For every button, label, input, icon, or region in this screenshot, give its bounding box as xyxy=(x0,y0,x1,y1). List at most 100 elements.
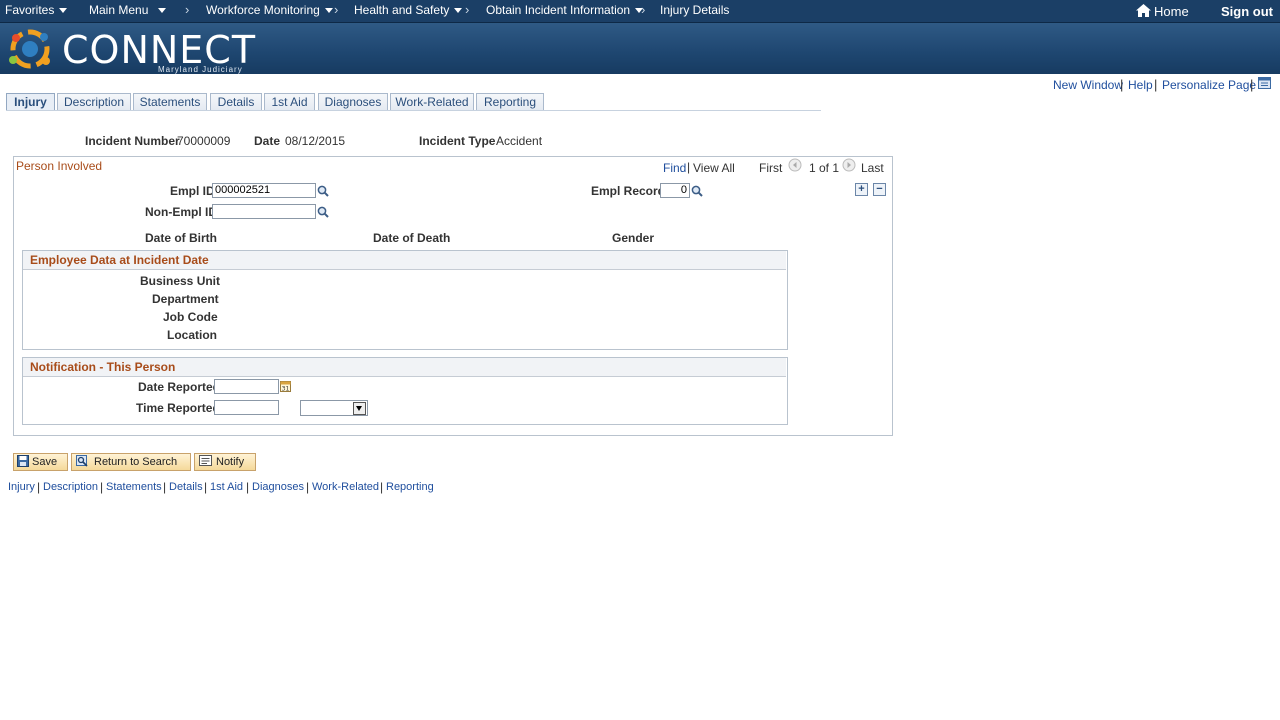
footer-link-injury[interactable]: Injury xyxy=(8,481,35,493)
view-all-link[interactable]: View All xyxy=(693,161,735,175)
dropdown-arrow-icon xyxy=(353,402,366,415)
date-of-birth-label: Date of Birth xyxy=(145,231,217,245)
gender-label: Gender xyxy=(612,231,655,245)
tab-1st-aid[interactable]: 1st Aid xyxy=(264,93,315,111)
row-count: 1 of 1 xyxy=(809,161,840,175)
tab-diagnoses[interactable]: Diagnoses xyxy=(318,93,388,111)
scroll-separator: | xyxy=(687,160,691,174)
tab-description[interactable]: Description xyxy=(57,93,131,111)
home-icon xyxy=(1136,4,1151,17)
nav-main-menu-label: Main Menu xyxy=(89,3,149,17)
non-empl-id-label: Non-Empl ID xyxy=(145,205,217,219)
footer-link-statements[interactable]: Statements xyxy=(106,481,162,493)
return-button-label: Return to Search xyxy=(94,456,178,468)
next-arrow-icon[interactable] xyxy=(842,158,856,172)
nav-health-safety[interactable]: Health and Safety xyxy=(354,3,463,17)
notify-icon xyxy=(199,455,212,466)
location-label: Location xyxy=(167,328,217,342)
footer-link-1st-aid[interactable]: 1st Aid xyxy=(210,481,243,493)
footer-separator: | xyxy=(100,480,104,494)
util-separator: | xyxy=(1154,77,1158,92)
return-search-icon xyxy=(76,455,88,467)
chevron-down-icon xyxy=(158,8,167,14)
footer-link-reporting[interactable]: Reporting xyxy=(386,481,434,493)
nav-workforce-monitoring[interactable]: Workforce Monitoring xyxy=(206,3,333,17)
tab-details[interactable]: Details xyxy=(210,93,262,111)
sign-out-link[interactable]: Sign out xyxy=(1221,4,1273,19)
nav-obtain-incident[interactable]: Obtain Incident Information xyxy=(486,3,644,17)
nav-main-menu[interactable]: Main Menu xyxy=(89,3,167,17)
previous-arrow-icon[interactable] xyxy=(788,158,802,172)
footer-link-details[interactable]: Details xyxy=(169,481,203,493)
breadcrumb-separator: › xyxy=(641,2,646,17)
svg-text:31: 31 xyxy=(282,386,290,393)
page-settings-icon[interactable] xyxy=(1258,77,1271,89)
empl-record-input[interactable] xyxy=(660,183,690,198)
first-label: First xyxy=(759,161,783,175)
tab-divider xyxy=(6,110,821,111)
tab-statements[interactable]: Statements xyxy=(133,93,207,111)
notify-button[interactable]: Notify xyxy=(194,453,256,471)
nav-injury-details[interactable]: Injury Details xyxy=(660,3,729,17)
brand-subtitle: Maryland Judiciary xyxy=(158,65,243,74)
search-icon[interactable] xyxy=(691,185,703,197)
home-label: Home xyxy=(1154,4,1189,19)
date-of-death-label: Date of Death xyxy=(373,231,451,245)
footer-link-description[interactable]: Description xyxy=(43,481,98,493)
empl-id-label: Empl ID xyxy=(170,184,215,198)
date-value: 08/12/2015 xyxy=(285,134,346,148)
personalize-page-link[interactable]: Personalize Page xyxy=(1162,78,1256,92)
add-row-icon[interactable]: + xyxy=(855,183,868,196)
date-reported-label: Date Reported xyxy=(138,380,221,394)
tab-injury[interactable]: Injury xyxy=(6,93,55,111)
chevron-down-icon xyxy=(454,8,463,14)
business-unit-label: Business Unit xyxy=(140,274,221,288)
nav-obtain-label: Obtain Incident Information xyxy=(486,3,631,17)
last-label: Last xyxy=(861,161,884,175)
date-label: Date xyxy=(254,134,281,148)
footer-separator: | xyxy=(204,480,208,494)
return-to-search-button[interactable]: Return to Search xyxy=(71,453,191,471)
time-reported-input[interactable] xyxy=(214,400,279,415)
incident-type-value: Accident xyxy=(496,134,543,148)
employee-data-title: Employee Data at Incident Date xyxy=(23,251,786,270)
save-button[interactable]: Save xyxy=(13,453,68,471)
nav-workforce-label: Workforce Monitoring xyxy=(206,3,320,17)
department-label: Department xyxy=(152,292,219,306)
empl-id-input[interactable] xyxy=(212,183,316,198)
connect-logo-icon xyxy=(9,29,50,69)
notify-button-label: Notify xyxy=(216,456,245,468)
tab-reporting[interactable]: Reporting xyxy=(476,93,544,111)
new-window-link[interactable]: New Window xyxy=(1053,78,1123,92)
delete-row-icon[interactable]: − xyxy=(873,183,886,196)
search-icon[interactable] xyxy=(317,206,329,218)
date-reported-input[interactable] xyxy=(214,379,279,394)
help-link[interactable]: Help xyxy=(1128,78,1153,92)
incident-number-label: Incident Number xyxy=(85,134,180,148)
ampm-select[interactable] xyxy=(300,400,368,416)
nav-health-label: Health and Safety xyxy=(354,3,450,17)
util-separator: | xyxy=(1120,77,1124,92)
footer-separator: | xyxy=(246,480,250,494)
save-button-label: Save xyxy=(32,456,58,468)
footer-separator: | xyxy=(163,480,167,494)
nav-favorites[interactable]: Favorites xyxy=(5,3,68,17)
search-icon[interactable] xyxy=(317,185,329,197)
find-link: Find xyxy=(663,161,686,175)
incident-number-value: 70000009 xyxy=(177,134,231,148)
tab-work-related[interactable]: Work-Related xyxy=(390,93,474,111)
time-reported-label: Time Reported xyxy=(136,401,220,415)
footer-separator: | xyxy=(306,480,310,494)
footer-separator: | xyxy=(380,480,384,494)
job-code-label: Job Code xyxy=(163,310,218,324)
calendar-icon[interactable]: 31 xyxy=(280,380,291,392)
footer-link-work-related[interactable]: Work-Related xyxy=(312,481,379,493)
nav-favorites-label: Favorites xyxy=(5,3,55,17)
non-empl-id-input[interactable] xyxy=(212,204,316,219)
breadcrumb-separator: › xyxy=(185,2,190,17)
find-link-label[interactable]: Find xyxy=(663,161,686,175)
footer-link-diagnoses[interactable]: Diagnoses xyxy=(252,481,304,493)
chevron-down-icon xyxy=(59,8,68,14)
person-involved-title: Person Involved xyxy=(16,159,103,173)
home-link[interactable]: Home xyxy=(1136,4,1189,19)
